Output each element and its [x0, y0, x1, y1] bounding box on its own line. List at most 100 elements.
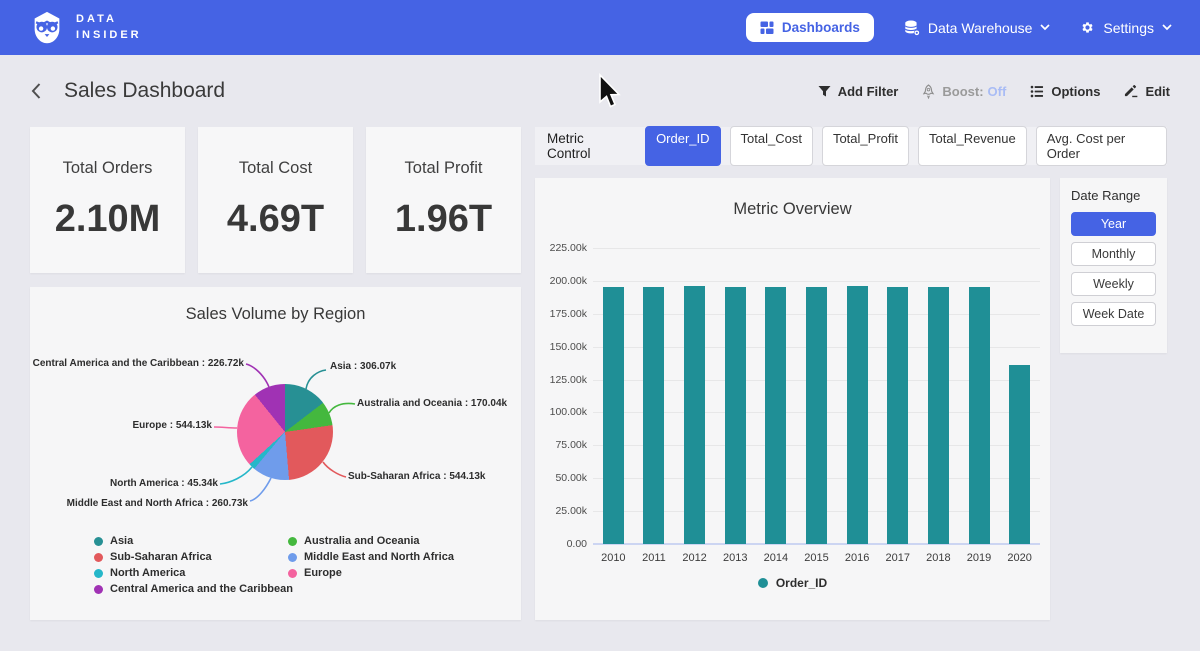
pie-legend-item-sub-saharan-africa: Sub-Saharan Africa	[94, 549, 293, 565]
dashboard-icon	[760, 21, 774, 35]
pie-callout-europe: Europe : 544.13k	[133, 420, 212, 431]
pie-legend-item-asia: Asia	[94, 533, 293, 549]
app-logo: DATA INSIDER	[28, 9, 142, 47]
chevron-down-icon	[1040, 24, 1050, 31]
legend-dot	[94, 537, 103, 546]
metric-option-total-revenue[interactable]: Total_Revenue	[918, 126, 1027, 166]
pie-chart	[237, 384, 333, 480]
date-range-label: Date Range	[1071, 188, 1156, 203]
x-axis-tick: 2011	[632, 552, 676, 564]
boost-toggle[interactable]: Boost: Off	[922, 84, 1006, 99]
date-range-panel: Date Range Year Monthly Weekly Week Date	[1060, 178, 1167, 353]
x-axis-tick: 2019	[957, 552, 1001, 564]
kpi-label: Total Orders	[63, 159, 153, 178]
x-axis-tick: 2010	[591, 552, 635, 564]
legend-dot	[94, 585, 103, 594]
gear-icon	[1080, 20, 1095, 35]
pie-legend-item-central-america-and-the-caribbean: Central America and the Caribbean	[94, 581, 293, 597]
legend-dot	[288, 537, 297, 546]
pie-callout-middle-east-north-africa: Middle East and North Africa : 260.73k	[67, 498, 248, 509]
pie-legend-item-europe: Europe	[288, 565, 454, 581]
bar-chart-legend: Order_ID	[535, 576, 1050, 590]
options-button[interactable]: Options	[1030, 84, 1100, 99]
bar-2020	[1009, 365, 1030, 544]
metric-control-label: Metric Control	[547, 131, 630, 161]
kpi-card-total-profit: Total Profit 1.96T	[366, 127, 521, 273]
kpi-value: 2.10M	[55, 198, 161, 241]
bar-2017	[887, 287, 908, 544]
pie-legend-column-2: Australia and OceaniaMiddle East and Nor…	[288, 533, 454, 581]
legend-dot	[94, 553, 103, 562]
x-axis-tick: 2013	[713, 552, 757, 564]
bar-2013	[725, 287, 746, 544]
chevron-down-icon	[1162, 24, 1172, 31]
bar-chart-title: Metric Overview	[535, 200, 1050, 219]
bar-2011	[643, 287, 664, 544]
kpi-label: Total Cost	[239, 159, 312, 178]
pie-chart-panel: Sales Volume by Region Asia : 306.07k Au…	[30, 287, 521, 620]
bar-chart-panel: Metric Overview 0.00 25.00k 50.00k 75.00k 10…	[535, 178, 1050, 620]
bar-2012	[684, 286, 705, 544]
nav-data-warehouse-label: Data Warehouse	[928, 20, 1033, 36]
back-button[interactable]	[30, 82, 42, 100]
legend-dot	[288, 569, 297, 578]
pie-legend-item-north-america: North America	[94, 565, 293, 581]
legend-dot	[758, 578, 768, 588]
x-axis-tick: 2015	[795, 552, 839, 564]
y-axis-tick: 50.00k	[539, 472, 587, 484]
logo-text: DATA INSIDER	[76, 12, 142, 43]
pie-legend-column-1: AsiaSub-Saharan AfricaNorth AmericaCentr…	[94, 533, 293, 597]
pie-callout-asia: Asia : 306.07k	[330, 361, 396, 372]
nav-settings-button[interactable]: Settings	[1080, 20, 1172, 36]
boost-value: Off	[988, 84, 1007, 99]
rocket-icon	[922, 84, 935, 99]
y-axis-tick: 175.00k	[539, 308, 587, 320]
kpi-value: 1.96T	[395, 198, 492, 241]
y-axis-tick: 200.00k	[539, 275, 587, 287]
x-axis-tick: 2014	[754, 552, 798, 564]
metric-option-total-cost[interactable]: Total_Cost	[730, 126, 813, 166]
y-axis-tick: 125.00k	[539, 374, 587, 386]
date-range-option-weekly[interactable]: Weekly	[1071, 272, 1156, 296]
date-range-option-year[interactable]: Year	[1071, 212, 1156, 236]
legend-label: Order_ID	[776, 576, 827, 590]
pie-callout-north-america: North America : 45.34k	[110, 478, 218, 489]
legend-dot	[94, 569, 103, 578]
bar-2016	[847, 286, 868, 544]
metric-option-avg-cost-per-order[interactable]: Avg. Cost per Order	[1036, 126, 1167, 166]
date-range-option-week-date[interactable]: Week Date	[1071, 302, 1156, 326]
top-navbar: DATA INSIDER Dashboards Data Warehouse	[0, 0, 1200, 55]
edit-button[interactable]: Edit	[1124, 84, 1170, 99]
owl-logo-icon	[28, 9, 66, 47]
bar-chart-plot: 2010201120122013201420152016201720182019…	[593, 248, 1040, 544]
y-axis-tick: 25.00k	[539, 505, 587, 517]
nav-data-warehouse-button[interactable]: Data Warehouse	[904, 20, 1051, 36]
kpi-value: 4.69T	[227, 198, 324, 241]
nav-dashboards-button[interactable]: Dashboards	[746, 13, 874, 42]
database-icon	[904, 20, 920, 36]
y-axis-tick: 100.00k	[539, 406, 587, 418]
boost-label: Boost:	[942, 84, 983, 99]
nav-dashboards-label: Dashboards	[782, 20, 860, 35]
x-axis-tick: 2018	[916, 552, 960, 564]
kpi-label: Total Profit	[405, 159, 483, 178]
metric-control-strip: Metric Control Order_IDTotal_CostTotal_P…	[535, 127, 1167, 165]
date-range-option-monthly[interactable]: Monthly	[1071, 242, 1156, 266]
pie-callout-central-america-caribbean: Central America and the Caribbean : 226.…	[33, 358, 244, 369]
pie-callout-australia-oceania: Australia and Oceania : 170.04k	[357, 398, 507, 409]
mouse-cursor	[597, 73, 621, 111]
add-filter-button[interactable]: Add Filter	[818, 84, 899, 99]
bar-2010	[603, 287, 624, 544]
x-axis-tick: 2016	[835, 552, 879, 564]
x-axis-tick: 2020	[998, 552, 1042, 564]
y-axis-tick: 75.00k	[539, 439, 587, 451]
pie-legend-item-australia-and-oceania: Australia and Oceania	[288, 533, 454, 549]
metric-option-total-profit[interactable]: Total_Profit	[822, 126, 909, 166]
metric-option-order-id[interactable]: Order_ID	[645, 126, 720, 166]
y-axis-tick: 0.00	[539, 538, 587, 550]
filter-icon	[818, 85, 831, 98]
list-icon	[1030, 85, 1044, 98]
kpi-card-total-cost: Total Cost 4.69T	[198, 127, 353, 273]
x-axis-tick: 2012	[673, 552, 717, 564]
y-axis-tick: 150.00k	[539, 341, 587, 353]
